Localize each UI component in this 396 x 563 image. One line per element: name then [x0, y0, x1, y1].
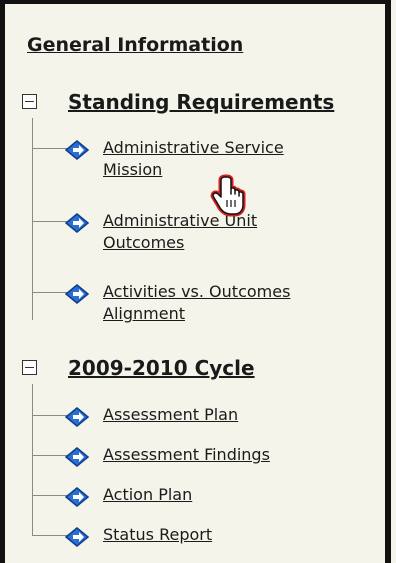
link-assessment-plan[interactable]: Assessment Plan	[103, 404, 238, 426]
link-action-plan[interactable]: Action Plan	[103, 484, 192, 506]
section-standing-requirements[interactable]: Standing Requirements	[68, 90, 334, 114]
diamond-arrow-icon	[64, 140, 90, 160]
collapse-cycle-icon[interactable]	[22, 360, 37, 375]
diamond-arrow-icon	[64, 527, 90, 547]
link-activities-vs-outcomes-alignment[interactable]: Activities vs. Outcomes Alignment	[103, 281, 290, 325]
link-administrative-service-mission[interactable]: Administrative Service Mission	[103, 137, 284, 181]
link-line2: Alignment	[103, 304, 185, 323]
diamond-arrow-icon	[64, 213, 90, 233]
link-assessment-findings[interactable]: Assessment Findings	[103, 444, 270, 466]
general-information-link[interactable]: General Information	[27, 34, 243, 56]
diamond-arrow-icon	[64, 447, 90, 467]
diamond-arrow-icon	[64, 407, 90, 427]
link-line2: Mission	[103, 160, 163, 179]
link-line2: Outcomes	[103, 233, 185, 252]
link-status-report[interactable]: Status Report	[103, 524, 212, 546]
navigation-panel: General Information Standing Requirement…	[0, 0, 391, 563]
link-line1: Administrative Service	[103, 138, 284, 157]
link-line1: Activities vs. Outcomes	[103, 282, 291, 301]
section-2009-2010-cycle[interactable]: 2009-2010 Cycle	[68, 356, 255, 380]
diamond-arrow-icon	[64, 487, 90, 507]
diamond-arrow-icon	[64, 284, 90, 304]
collapse-standing-requirements-icon[interactable]	[22, 94, 37, 109]
tree-line	[32, 384, 33, 536]
hand-pointer-icon	[210, 174, 246, 217]
